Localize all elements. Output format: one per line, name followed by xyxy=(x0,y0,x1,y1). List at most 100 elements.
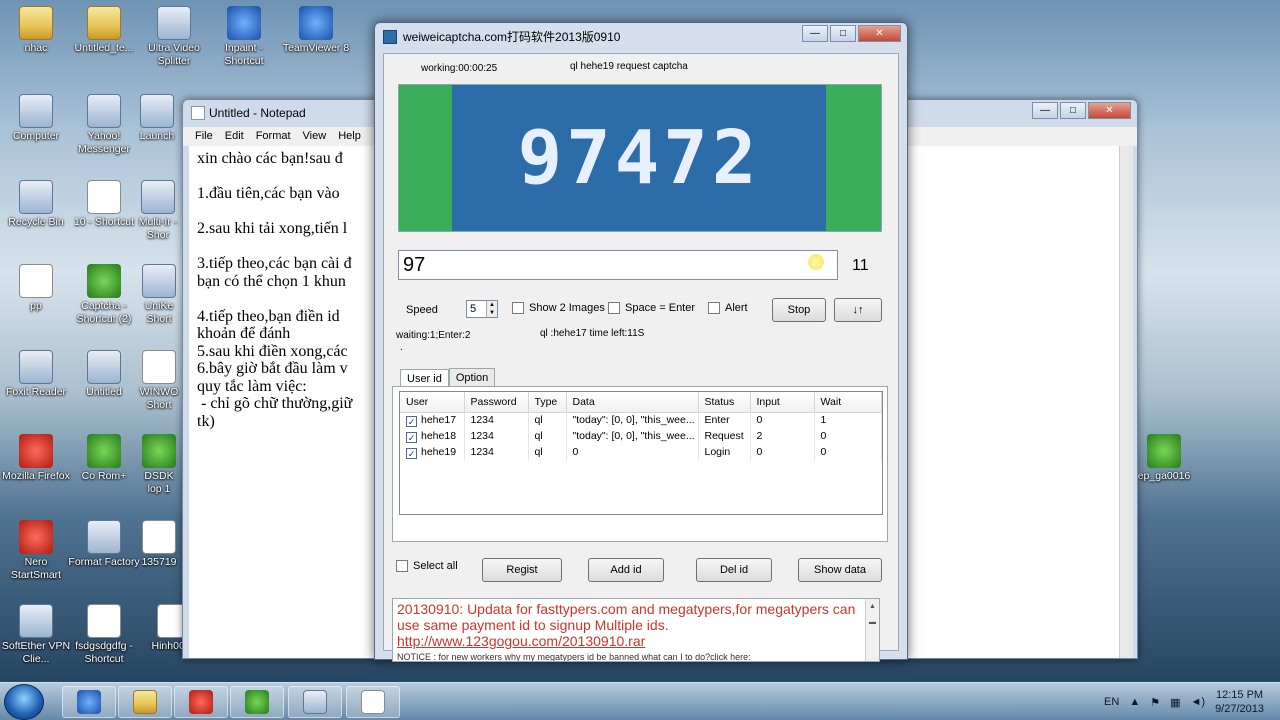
alert-checkbox[interactable]: Alert xyxy=(708,302,748,314)
user-table: User Password Type Data Status Input Wai… xyxy=(399,391,883,515)
column-data[interactable]: Data xyxy=(566,392,699,413)
column-password[interactable]: Password xyxy=(464,392,529,413)
row-checkbox[interactable]: ✓ xyxy=(406,447,417,459)
notepad-icon xyxy=(303,690,327,714)
menu-help[interactable]: Help xyxy=(338,127,361,146)
desktop-icon-teamviewer[interactable]: TeamViewer 8 xyxy=(280,6,352,55)
taskbar-notepad[interactable] xyxy=(288,686,342,718)
foxit-reader-icon xyxy=(19,350,53,384)
desktop-icon-nhac[interactable]: nhac xyxy=(0,6,72,55)
taskbar: EN ▲ ⚑ ▦ ◄) 12:15 PM 9/27/2013 xyxy=(0,682,1280,720)
document-icon xyxy=(87,180,121,214)
desktop-icon-fsdg-shortcut[interactable]: fsdgsdgdfg - Shortcut xyxy=(68,604,140,666)
column-wait[interactable]: Wait xyxy=(814,392,882,413)
menu-format[interactable]: Format xyxy=(256,127,291,146)
desktop-icon-winword[interactable]: WINWO Short xyxy=(136,350,182,412)
desktop-icon-softether[interactable]: SoftEther VPN Clie... xyxy=(0,604,72,666)
tab-user-id[interactable]: User id xyxy=(400,369,449,387)
maximize-button[interactable]: □ xyxy=(830,25,856,42)
desktop-icon-unikey[interactable]: UniKe Short xyxy=(136,264,182,326)
request-status: ql hehe19 request captcha xyxy=(570,61,688,72)
column-user[interactable]: User xyxy=(400,392,465,413)
menu-view[interactable]: View xyxy=(303,127,327,146)
document-icon xyxy=(87,604,121,638)
image-icon xyxy=(142,520,176,554)
desktop-icon-computer[interactable]: Computer xyxy=(0,94,72,143)
user-id-panel: User Password Type Data Status Input Wai… xyxy=(392,386,888,542)
desktop-icon-nero[interactable]: Nero StartSmart xyxy=(0,520,72,582)
table-row[interactable]: ✓ hehe18 1234 ql "today": [0, 0], "this_w… xyxy=(400,428,882,444)
space-enter-checkbox[interactable]: Space = Enter xyxy=(608,302,695,314)
captcha-count: 11 xyxy=(852,257,869,274)
desktop-icon-ep-ga0016[interactable]: ep_ga0016 xyxy=(1128,434,1200,483)
taskbar-ie[interactable] xyxy=(62,686,116,718)
desktop-icon-captcha-shortcut[interactable]: Captcha - Shortcut (2) xyxy=(68,264,140,326)
stop-button[interactable]: Stop xyxy=(772,298,826,322)
firefox-doc-icon xyxy=(87,350,121,384)
select-all-checkbox[interactable]: Select all xyxy=(396,560,458,572)
notepad-scrollbar[interactable] xyxy=(1119,146,1133,658)
speed-stepper[interactable]: 5 ▲ ▼ xyxy=(466,300,498,318)
coccoc-icon xyxy=(245,690,269,714)
desktop-icon-format-factory[interactable]: Format Factory xyxy=(68,520,140,569)
inpaint-icon xyxy=(227,6,261,40)
add-id-button[interactable]: Add id xyxy=(588,558,664,582)
swap-order-button[interactable]: ↓↑ xyxy=(834,298,882,322)
captcha-answer-input[interactable]: 97 xyxy=(398,250,838,280)
maximize-button[interactable]: □ xyxy=(1060,102,1086,119)
taskbar-explorer[interactable] xyxy=(118,686,172,718)
desktop-icon-inpaint[interactable]: Inpaint - Shortcut xyxy=(208,6,280,68)
desktop-icon-recycle-bin[interactable]: Recycle Bin xyxy=(0,180,72,229)
tab-option[interactable]: Option xyxy=(448,368,496,386)
news-scrollbar[interactable]: ▲▬▼ xyxy=(865,599,879,661)
taskbar-captcha[interactable] xyxy=(346,686,400,718)
regist-button[interactable]: Regist xyxy=(482,558,562,582)
menu-file[interactable]: File xyxy=(195,127,213,146)
network-icon[interactable]: ▦ xyxy=(1170,696,1180,709)
firefox-icon xyxy=(19,434,53,468)
close-button[interactable]: ✕ xyxy=(1088,102,1131,119)
desktop-icon-co-rom[interactable]: Co Rom+ xyxy=(68,434,140,483)
folder-icon xyxy=(87,6,121,40)
minimize-button[interactable]: — xyxy=(802,25,828,42)
close-button[interactable]: ✕ xyxy=(858,25,901,42)
language-indicator[interactable]: EN xyxy=(1104,696,1119,708)
menu-edit[interactable]: Edit xyxy=(225,127,244,146)
show-2-images-checkbox[interactable]: Show 2 Images xyxy=(512,302,605,314)
desktop-icon-135719[interactable]: 135719 xyxy=(136,520,182,569)
news-download-link[interactable]: http://www.123gogou.com/20130910.rar xyxy=(397,633,645,649)
show-data-button[interactable]: Show data xyxy=(798,558,882,582)
news-notice-text[interactable]: NOTICE : for new workers why my megatype… xyxy=(397,649,861,661)
taskbar-media-player[interactable] xyxy=(174,686,228,718)
desktop-icon-ultra-video-splitter[interactable]: Ultra Video Splitter xyxy=(138,6,210,68)
desktop-icon-launch[interactable]: Launch xyxy=(132,94,182,143)
column-type[interactable]: Type xyxy=(528,392,567,413)
desktop-icon-10-shortcut[interactable]: 10 - Shortcut xyxy=(68,180,140,229)
start-button[interactable] xyxy=(4,684,44,720)
volume-icon[interactable]: ◄) xyxy=(1191,696,1206,708)
minimize-button[interactable]: — xyxy=(1032,102,1058,119)
row-checkbox[interactable]: ✓ xyxy=(406,415,417,427)
news-box: 20130910: Updata for fasttypers.com and … xyxy=(392,598,880,662)
column-input[interactable]: Input xyxy=(750,392,815,413)
desktop-icon-dsdk[interactable]: DSDK lop 1 xyxy=(136,434,182,496)
flag-icon[interactable]: ⚑ xyxy=(1150,696,1160,709)
desktop-icon-untitled-text[interactable]: Untitled_te... xyxy=(68,6,140,55)
stepper-arrows-icon[interactable]: ▲ ▼ xyxy=(486,301,497,317)
column-status[interactable]: Status xyxy=(698,392,751,413)
tray-arrow-icon[interactable]: ▲ xyxy=(1129,696,1140,708)
desktop-icon-pp[interactable]: pp xyxy=(0,264,72,313)
row-checkbox[interactable]: ✓ xyxy=(406,431,417,443)
table-row[interactable]: ✓ hehe19 1234 ql 0 Login 0 0 xyxy=(400,444,882,460)
clock[interactable]: 12:15 PM 9/27/2013 xyxy=(1215,688,1264,716)
table-row[interactable]: ✓ hehe17 1234 ql "today": [0, 0], "this_w… xyxy=(400,412,882,428)
taskbar-coccoc[interactable] xyxy=(230,686,284,718)
desktop-icon-yahoo-messenger[interactable]: Yahoo! Messenger xyxy=(68,94,140,156)
desktop-icon-firefox[interactable]: Mozilla Firefox xyxy=(0,434,72,483)
captcha-icon xyxy=(87,264,121,298)
desktop-icon-foxit-reader[interactable]: Foxit Reader xyxy=(0,350,72,399)
desktop-icon-multi[interactable]: Multi-Ir - Shor xyxy=(134,180,182,242)
del-id-button[interactable]: Del id xyxy=(696,558,772,582)
desktop-icon-untitled[interactable]: Untitled xyxy=(68,350,140,399)
coccoc-icon xyxy=(87,434,121,468)
